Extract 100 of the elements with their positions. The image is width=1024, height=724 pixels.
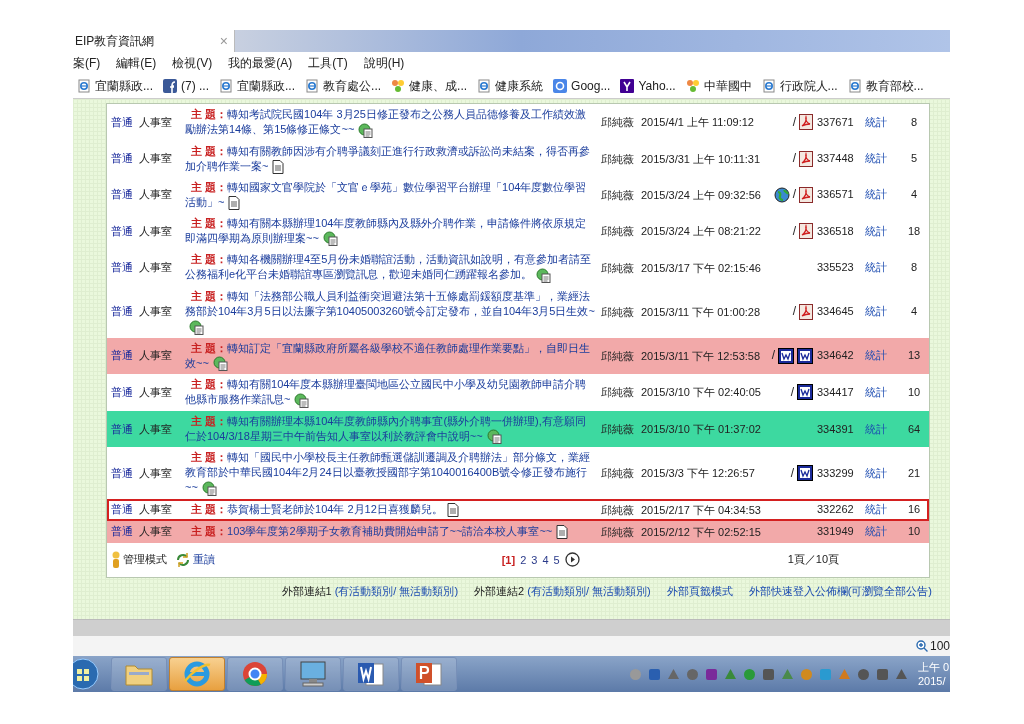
- category-link[interactable]: 普通: [109, 260, 139, 276]
- favorite-link[interactable]: 宜蘭縣政...: [77, 77, 153, 95]
- admin-mode-link[interactable]: 管理模式: [111, 550, 167, 569]
- statistics-link[interactable]: 統計: [865, 348, 899, 364]
- taskbar-app-button[interactable]: [227, 657, 283, 691]
- browser-tab[interactable]: EIP教育資訊網 ×: [73, 30, 235, 52]
- statistics-link[interactable]: 統計: [865, 384, 899, 400]
- taskbar-app-button[interactable]: [343, 657, 399, 691]
- favorite-link[interactable]: 行政院人...: [761, 77, 838, 95]
- globe-page-icon[interactable]: [486, 429, 502, 445]
- globe-page-icon[interactable]: [294, 392, 310, 408]
- separator-text: /: [792, 151, 796, 167]
- category-link[interactable]: 普通: [109, 524, 139, 540]
- category-link[interactable]: 普通: [109, 223, 139, 239]
- statistics-link[interactable]: 統計: [865, 187, 899, 203]
- bulletin-row[interactable]: 普通 人事室 主 題：轉知訂定「宜蘭縣政府所屬各級學校不適任教師處理作業要點」，自即日生效~~ 邱純薇 2015/3/11 下午 12:53:58 / 334642 統計 13: [107, 337, 929, 375]
- subject-link[interactable]: 主 題：轉知國家文官學院於「文官ｅ學苑」數位學習平台辦理「104年度數位學習活動」~: [181, 178, 601, 211]
- category-link[interactable]: 普通: [109, 114, 139, 130]
- subject-link[interactable]: 主 題：轉知訂定「宜蘭縣政府所屬各級學校不適任教師處理作業要點」，自即日生效~~: [181, 339, 601, 373]
- statistics-link[interactable]: 統計: [865, 304, 899, 320]
- page-link[interactable]: 4: [542, 553, 549, 566]
- category-link[interactable]: 普通: [109, 384, 139, 400]
- document-icon[interactable]: [446, 503, 459, 518]
- word-document-icon[interactable]: [797, 347, 813, 364]
- globe-page-icon[interactable]: [201, 480, 217, 496]
- subject-link[interactable]: 主 題：轉知有關104年度本縣辦理臺閩地區公立國民中小學及幼兒園教師申請介聘他縣市服務作業訊息~: [181, 376, 601, 409]
- menu-item[interactable]: 案(F): [73, 54, 101, 72]
- pdf-file-icon[interactable]: [799, 150, 813, 167]
- statistics-link[interactable]: 統計: [865, 223, 899, 239]
- statistics-link[interactable]: 統計: [865, 260, 899, 276]
- favorite-link[interactable]: Goog...: [553, 79, 611, 93]
- pdf-file-icon[interactable]: [799, 186, 813, 203]
- favorite-link[interactable]: 教育處公...: [305, 77, 382, 95]
- external-link[interactable]: 外部快速登入公佈欄(可瀏覽全部公告): [748, 583, 932, 599]
- pdf-file-icon[interactable]: [799, 303, 813, 320]
- favorite-link[interactable]: 健康系統: [477, 77, 544, 95]
- globe-page-icon[interactable]: [536, 267, 552, 283]
- pdf-file-icon[interactable]: [799, 114, 813, 131]
- statistics-link[interactable]: 統計: [865, 421, 899, 437]
- menu-item[interactable]: 我的最愛(A): [228, 54, 293, 72]
- subject-link[interactable]: 主 題：轉知有關教師因涉有介聘爭議刻正進行行政救濟或訴訟尚未結案，得否再參加介聘作業一案~: [181, 142, 601, 175]
- taskbar-app-button[interactable]: [401, 657, 457, 691]
- category-link[interactable]: 普通: [109, 502, 139, 518]
- category-link[interactable]: 普通: [109, 348, 139, 364]
- menu-item[interactable]: 說明(H): [363, 54, 405, 72]
- word-document-icon[interactable]: [797, 384, 813, 401]
- document-icon[interactable]: [228, 195, 241, 210]
- subject-link[interactable]: 主 題：103學年度第2學期子女教育補助費開始申請了~~請洽本校人事室~~: [181, 523, 601, 541]
- zoom-level[interactable]: 100: [929, 639, 950, 653]
- subject-link[interactable]: 主 題：轉知「法務部公職人員利益衝突迴避法第十五條處罰鍰額度基準」，業經法務部於104年3月5日以法廉字第10405003260號令訂定發布，並自104年3月5日生效~: [181, 287, 601, 336]
- word-document-icon[interactable]: [778, 347, 794, 364]
- subject-link[interactable]: 主 題：恭賀楊士賢老師於104年 2月12日喜獲麟兒。: [181, 501, 601, 519]
- reload-link[interactable]: 重讀: [175, 551, 215, 568]
- favorite-link[interactable]: Yaho...: [620, 79, 676, 93]
- globe-page-icon[interactable]: [322, 231, 338, 247]
- favorite-link[interactable]: 宜蘭縣政...: [219, 77, 296, 95]
- external-link[interactable]: 外部頁籤模式: [666, 583, 733, 599]
- globe-page-icon[interactable]: [358, 122, 374, 138]
- page-link[interactable]: [1]: [501, 553, 516, 566]
- clock-text[interactable]: 2015/: [918, 674, 950, 688]
- menu-item[interactable]: 檢視(V): [172, 54, 213, 72]
- category-link[interactable]: 普通: [109, 151, 139, 167]
- word-document-icon[interactable]: [797, 465, 813, 482]
- category-link[interactable]: 普通: [109, 421, 139, 437]
- page-link[interactable]: 3: [531, 553, 538, 566]
- page-link[interactable]: 5: [553, 553, 560, 566]
- external-link[interactable]: (有活動類別/ 無活動類別): [334, 583, 459, 599]
- menu-item[interactable]: 工具(T): [308, 54, 348, 72]
- bulletin-row[interactable]: 普通 人事室 主 題：恭賀楊士賢老師於104年 2月12日喜獲麟兒。 邱純薇 2015/2/17 下午 04:34:53 332262 統計 16: [107, 498, 929, 521]
- statistics-link[interactable]: 統計: [865, 151, 899, 167]
- menu-item[interactable]: 編輯(E): [116, 54, 157, 72]
- statistics-link[interactable]: 統計: [865, 502, 899, 518]
- bulletin-row[interactable]: 普通 人事室 主 題：轉知有關辦理本縣104年度教師縣內介聘事宜(縣外介聘一併辦理),有意願同仁於104/3/18星期三中午前告知人事室以利於教評會中說明~~ 邱純薇 2015/3/10 下午 01:37:02 334391 統計 64: [107, 410, 929, 448]
- external-link[interactable]: (有活動類別/ 無活動類別): [527, 583, 651, 599]
- statistics-link[interactable]: 統計: [865, 524, 899, 540]
- statistics-link[interactable]: 統計: [865, 114, 899, 130]
- category-link[interactable]: 普通: [109, 465, 139, 481]
- horizontal-scrollbar[interactable]: [73, 619, 950, 636]
- statistics-link[interactable]: 統計: [865, 465, 899, 481]
- subject-link[interactable]: 主 題：轉知各機關辦理4至5月份未婚聯誼活動，活動資訊如說明，有意參加者請至公務福利e化平台未婚聯誼專區瀏覽訊息，歡迎未婚同仁踴躍報名參加。: [181, 251, 601, 284]
- favorite-link[interactable]: (7) ...: [163, 79, 210, 93]
- bulletin-row[interactable]: 普通 人事室 主 題：103學年度第2學期子女教育補助費開始申請了~~請洽本校人事室~~ 邱純薇 2015/2/12 下午 02:52:15 331949 統計 10: [107, 520, 929, 543]
- globe-icon[interactable]: [773, 186, 790, 203]
- subject-link[interactable]: 主 題：轉知「國民中小學校長主任教師甄選儲訓遷調及介聘辦法」部分條文，業經教育部於中華民國104年2月24日以臺教授國部字第1040016400B號令修正發布施行~~: [181, 449, 601, 497]
- document-icon[interactable]: [556, 525, 569, 540]
- document-icon[interactable]: [272, 159, 285, 174]
- globe-page-icon[interactable]: [189, 319, 204, 335]
- subject-link[interactable]: 主 題：轉知有關辦理本縣104年度教師縣內介聘事宜(縣外介聘一併辦理),有意願同仁於104/3/18星期三中午前告知人事室以利於教評會中說明~~: [181, 412, 601, 446]
- subject-link[interactable]: 主 題：轉知有關本縣辦理104年度教師縣內及縣外介聘作業，申請條件將依原規定即滿四學期為原則辦理案~~: [181, 214, 601, 248]
- pdf-file-icon[interactable]: [799, 223, 813, 240]
- favorite-link[interactable]: 教育部校...: [847, 77, 924, 95]
- zoom-icon[interactable]: [915, 640, 928, 652]
- globe-page-icon[interactable]: [212, 356, 228, 372]
- category-link[interactable]: 普通: [109, 187, 139, 203]
- subject-link[interactable]: 主 題：轉知考試院民國104年 3月25日修正發布之公務人員品德修養及工作績效激勵辦法第14條、第15條修正條文~~: [181, 106, 601, 139]
- category-link[interactable]: 普通: [109, 304, 139, 320]
- favorite-link[interactable]: 中華國中: [685, 77, 752, 95]
- next-page-icon[interactable]: [564, 552, 580, 568]
- page-link[interactable]: 2: [520, 553, 527, 566]
- favorite-link[interactable]: 健康、成...: [391, 77, 468, 95]
